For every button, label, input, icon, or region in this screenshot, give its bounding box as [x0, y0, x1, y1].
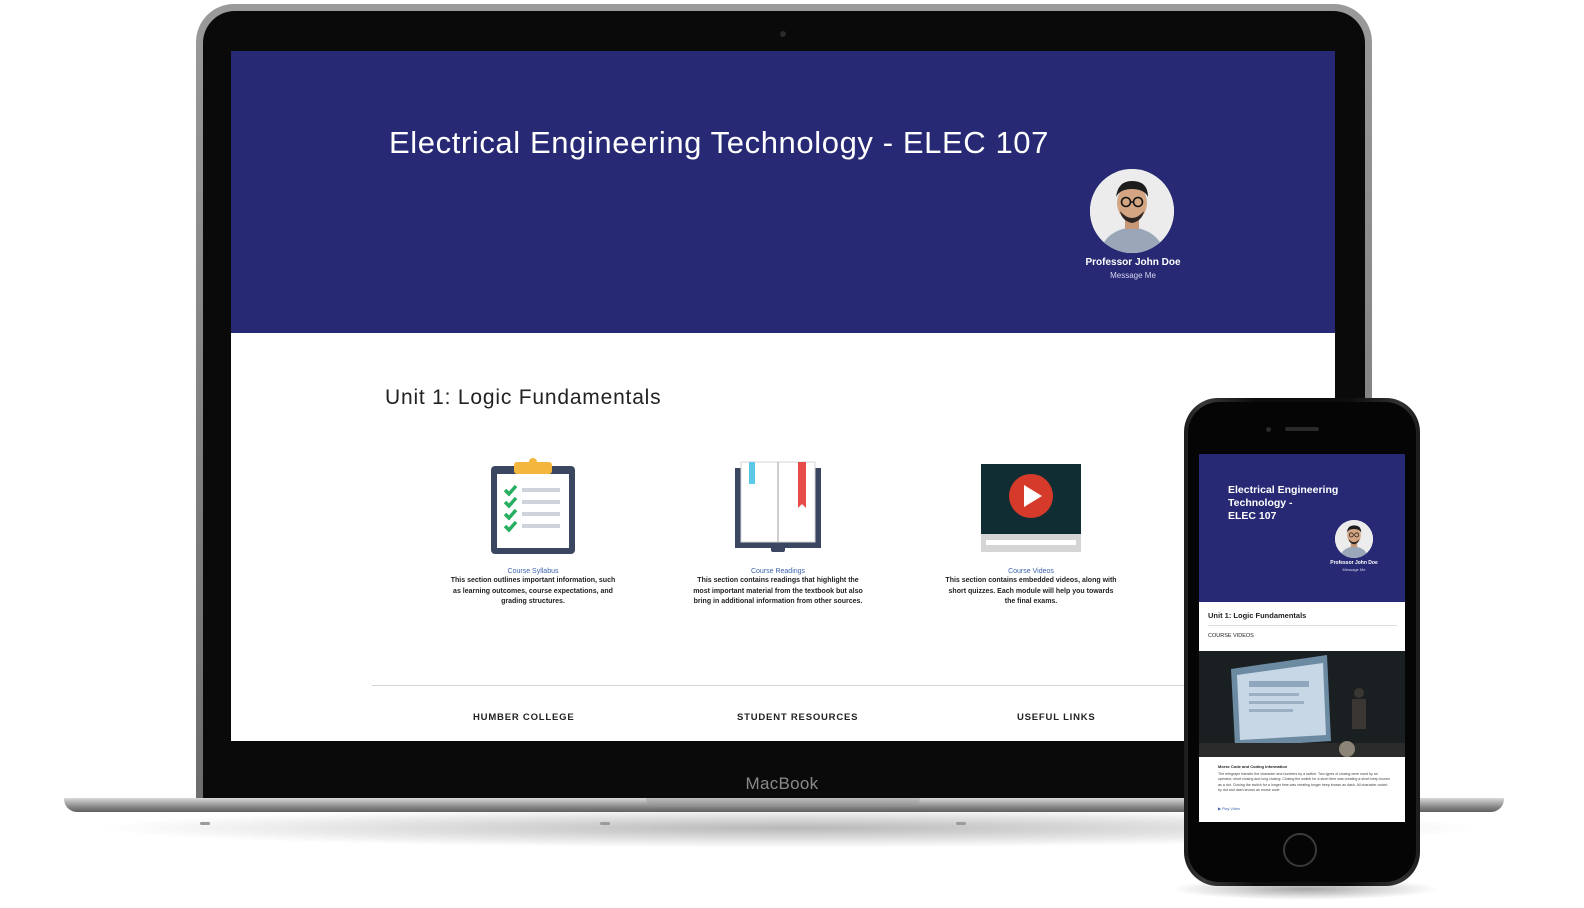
phone-speaker — [1285, 427, 1319, 431]
professor-avatar[interactable] — [1090, 169, 1174, 253]
video-card-text: The telegraph transfer the character and… — [1218, 772, 1390, 793]
card-description: This section outlines important informat… — [450, 577, 616, 605]
classroom-photo-icon — [1199, 651, 1405, 757]
card-description: This section contains embedded videos, a… — [945, 577, 1117, 605]
course-videos-card[interactable]: Course Videos This section contains embe… — [942, 458, 1120, 608]
course-hero-banner: Electrical Engineering Technology - ELEC… — [231, 51, 1335, 333]
footer-link-useful-links[interactable]: USEFUL LINKS — [1017, 712, 1096, 723]
professor-photo-icon — [1090, 169, 1174, 253]
laptop-foot — [956, 822, 966, 825]
course-syllabus-card[interactable]: Course Syllabus This section outlines im… — [444, 458, 622, 608]
laptop-foot — [600, 822, 610, 825]
phone-camera — [1266, 427, 1271, 432]
title-line: Technology - — [1228, 497, 1293, 509]
phone-screen: Electrical Engineering Technology - ELEC… — [1199, 454, 1405, 822]
professor-name: Professor John Doe — [1085, 257, 1181, 268]
card-description: This section contains readings that high… — [693, 577, 863, 605]
course-readings-card[interactable]: Course Readings This section contains re… — [689, 458, 867, 608]
video-card-title: Morse Code and Coding Information — [1218, 764, 1288, 769]
card-title[interactable]: Course Syllabus — [444, 568, 622, 575]
laptop-brand-label: MacBook — [745, 774, 819, 793]
course-title: Electrical Engineering Technology - ELEC… — [389, 125, 1049, 160]
footer-link-humber-college[interactable]: HUMBER COLLEGE — [473, 712, 574, 723]
card-title[interactable]: Course Videos — [942, 568, 1120, 575]
title-line: Electrical Engineering — [1228, 484, 1339, 496]
mobile-professor-name: Professor John Doe — [1330, 560, 1378, 566]
video-player-icon — [981, 464, 1081, 552]
mobile-message-me-link[interactable]: Message Me — [1319, 567, 1389, 572]
laptop-notch — [646, 798, 920, 807]
mobile-unit-title: Unit 1: Logic Fundamentals — [1208, 611, 1307, 620]
play-video-link[interactable]: ▶ Play Video — [1218, 806, 1240, 811]
unit-title: Unit 1: Logic Fundamentals — [385, 386, 662, 409]
mobile-divider — [1208, 625, 1397, 626]
mobile-course-title: Electrical Engineering Technology - ELEC… — [1228, 484, 1378, 523]
lecture-video-thumbnail[interactable] — [1199, 651, 1405, 757]
card-title[interactable]: Course Readings — [689, 568, 867, 575]
mobile-section-label: COURSE VIDEOS — [1208, 633, 1254, 639]
mobile-hero-banner: Electrical Engineering Technology - ELEC… — [1199, 454, 1405, 602]
mobile-professor-avatar[interactable] — [1335, 520, 1373, 558]
professor-photo-icon — [1335, 520, 1373, 558]
open-book-icon — [735, 461, 821, 552]
clipboard-checklist-icon — [491, 458, 575, 554]
laptop-camera — [780, 31, 786, 37]
phone-home-button[interactable] — [1283, 833, 1317, 867]
laptop-foot — [200, 822, 210, 825]
laptop-screen: Electrical Engineering Technology - ELEC… — [231, 51, 1335, 741]
footer-link-student-resources[interactable]: STUDENT RESOURCES — [737, 712, 858, 723]
message-me-link[interactable]: Message Me — [1072, 271, 1194, 280]
